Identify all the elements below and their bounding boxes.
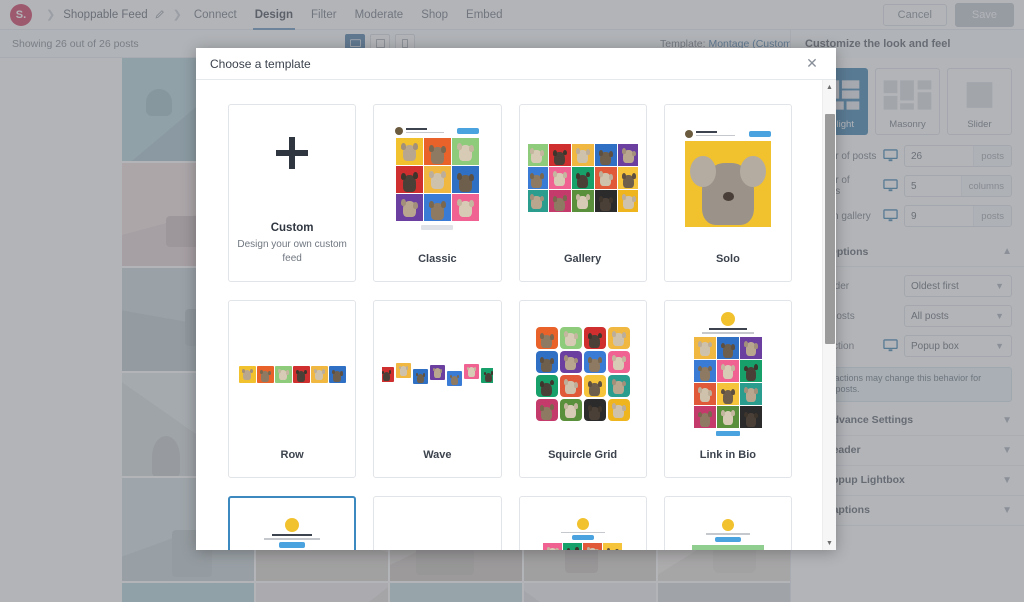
template-card-strip[interactable]: Strip bbox=[373, 496, 502, 550]
template-card-wave[interactable]: Wave bbox=[373, 300, 502, 478]
template-thumb-post-grid-3x3 bbox=[382, 113, 492, 243]
template-card-squircle-grid[interactable]: Squircle Grid bbox=[518, 300, 647, 478]
template-thumb-row-6 bbox=[237, 309, 347, 439]
template-card-montage[interactable]: Montage bbox=[228, 496, 357, 550]
template-thumb-carousel-solo bbox=[673, 505, 783, 550]
template-thumb-mosaic-stagger bbox=[528, 505, 638, 550]
template-name: Solo bbox=[715, 253, 740, 265]
template-card-custom[interactable]: Custom Design your own custom feed bbox=[228, 104, 357, 282]
template-thumb-linkinbio-3x4 bbox=[673, 309, 783, 439]
scrollbar-thumb[interactable] bbox=[825, 114, 835, 344]
modal-title: Choose a template bbox=[210, 56, 311, 71]
template-name: Classic bbox=[418, 253, 457, 265]
template-card-row[interactable]: Row bbox=[228, 300, 357, 478]
modal-scrollbar[interactable]: ▲ ▼ bbox=[822, 80, 836, 550]
template-card-solo[interactable]: Solo bbox=[663, 104, 792, 282]
template-card-gallery[interactable]: Gallery bbox=[518, 104, 647, 282]
template-thumb-single-post bbox=[673, 113, 783, 243]
modal-body: Custom Design your own custom feed Classic… bbox=[196, 80, 836, 550]
template-card-carousel[interactable]: Carousel bbox=[663, 496, 792, 550]
template-name: Squircle Grid bbox=[548, 449, 618, 461]
modal-header: Choose a template ✕ bbox=[196, 48, 836, 80]
template-thumb-squircle-4x4 bbox=[528, 309, 638, 439]
template-card-link-in-bio[interactable]: Link in Bio bbox=[663, 300, 792, 478]
scroll-up-button[interactable]: ▲ bbox=[823, 80, 836, 94]
custom-title: Custom bbox=[270, 222, 314, 234]
template-name: Wave bbox=[423, 449, 452, 461]
template-name: Gallery bbox=[563, 253, 602, 265]
template-thumb-strip-6 bbox=[382, 505, 492, 550]
template-thumb-montage-mosaic bbox=[238, 506, 346, 550]
template-grid: Custom Design your own custom feed Classic… bbox=[196, 80, 822, 550]
template-name: Link in Bio bbox=[699, 449, 756, 461]
scroll-down-button[interactable]: ▼ bbox=[823, 536, 836, 550]
template-card-mosaic[interactable]: Mosaic bbox=[518, 496, 647, 550]
template-thumb-wave-7 bbox=[382, 309, 493, 439]
template-card-classic[interactable]: Classic bbox=[373, 104, 502, 282]
close-icon[interactable]: ✕ bbox=[802, 54, 822, 74]
custom-subtitle: Design your own custom feed bbox=[237, 239, 347, 264]
template-name: Row bbox=[280, 449, 304, 461]
choose-template-modal: Choose a template ✕ Custom Design your ow… bbox=[196, 48, 836, 550]
plus-icon bbox=[272, 133, 312, 180]
custom-thumb bbox=[237, 113, 347, 200]
template-thumb-grid-5x3 bbox=[527, 113, 638, 243]
